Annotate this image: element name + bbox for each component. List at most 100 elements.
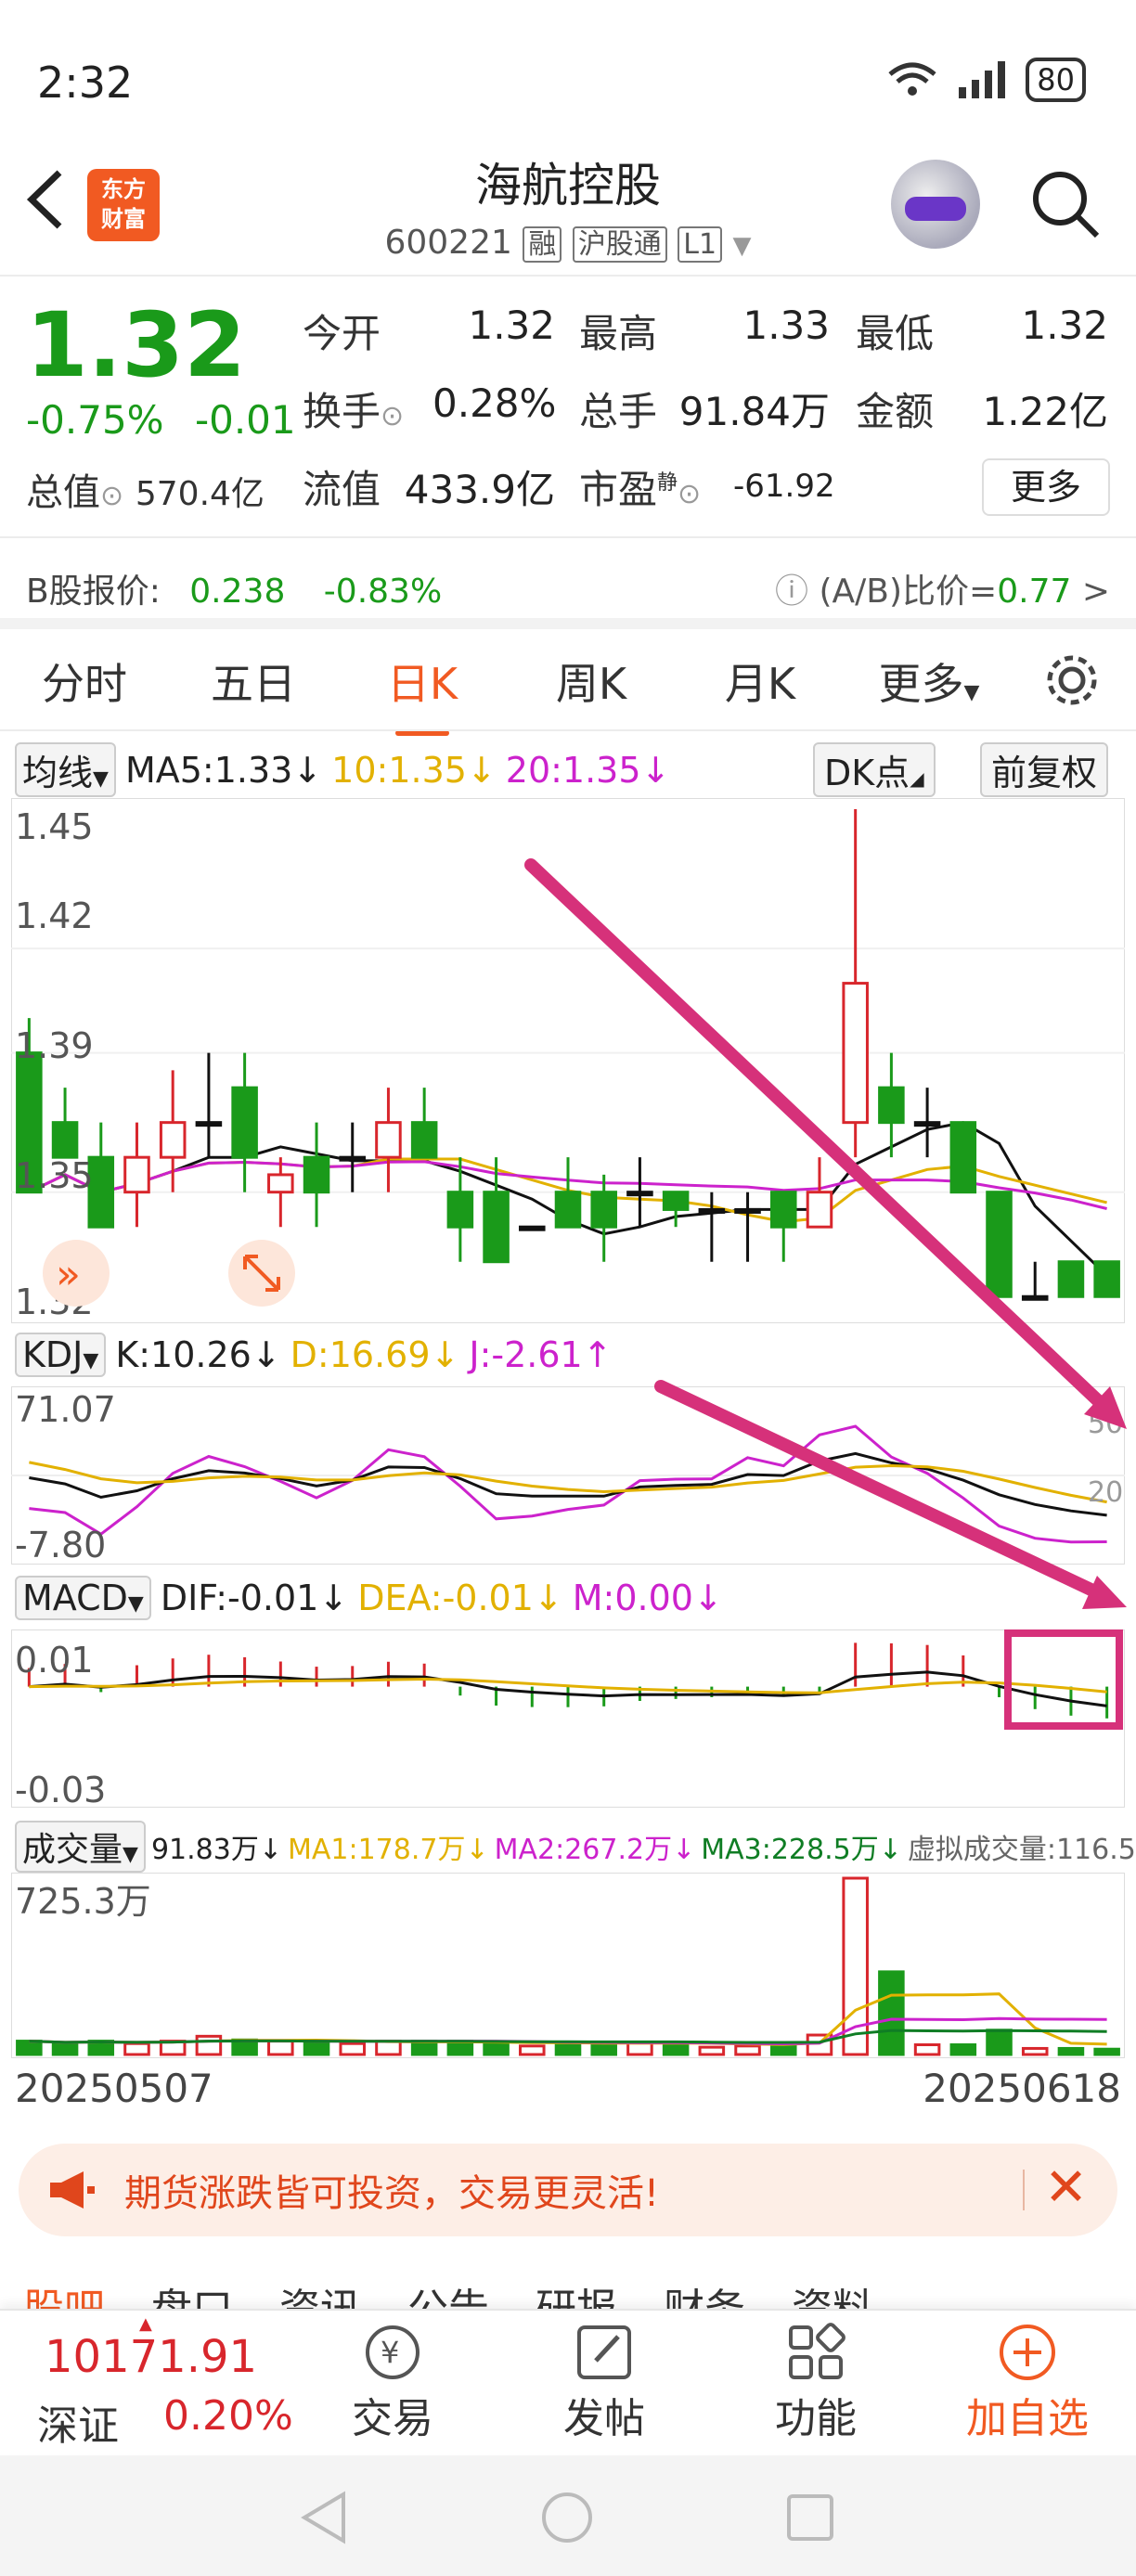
- amount-value: 1.22亿: [982, 389, 1108, 434]
- caret-down-icon: ▼: [93, 767, 109, 791]
- high-value: 1.33: [742, 303, 830, 348]
- tab-intraday[interactable]: 分时: [0, 650, 169, 712]
- volume-bar: [375, 2040, 402, 2056]
- nav-back-icon[interactable]: [299, 2491, 349, 2544]
- tab-finance[interactable]: 财务: [640, 2275, 768, 2312]
- k-axis-tick: 1.35: [15, 1155, 94, 1196]
- trade-button[interactable]: ¥ 交易: [323, 2320, 462, 2444]
- volume-chart[interactable]: 725.3万: [11, 1873, 1125, 2058]
- amount-label: 金额: [856, 389, 935, 434]
- index-change-pct: 0.20%: [163, 2392, 293, 2440]
- ma5-value: MA5:1.33↓: [124, 749, 323, 791]
- functions-button[interactable]: 功能: [746, 2320, 885, 2444]
- ab-ratio[interactable]: ⓘ (A/B)比价=0.77 >: [775, 564, 1110, 612]
- chart-settings-button[interactable]: [1041, 650, 1103, 711]
- candle-body: [1057, 1260, 1085, 1298]
- high-label: 最高: [579, 311, 658, 356]
- kdj-selector[interactable]: KDJ▼: [15, 1333, 107, 1377]
- post-button[interactable]: 发帖: [535, 2320, 674, 2444]
- volume-bar: [1093, 2047, 1120, 2056]
- nav-recents-icon[interactable]: [785, 2492, 835, 2543]
- kdj-chart[interactable]: 71.07 -7.80 50 20: [11, 1386, 1125, 1565]
- volume-bar: [1057, 2046, 1085, 2056]
- volume-selector[interactable]: 成交量▼: [15, 1821, 146, 1873]
- volume-bar: [913, 2043, 941, 2056]
- adjust-button[interactable]: 前复权: [980, 742, 1109, 797]
- tag-margin: 融: [523, 226, 562, 263]
- candle-body: [554, 1191, 582, 1229]
- stock-code: 600221: [384, 224, 512, 262]
- more-quote-button[interactable]: 更多: [982, 458, 1110, 516]
- tag-level: L1: [678, 226, 723, 263]
- edit-icon: [577, 2325, 631, 2379]
- volume-bar: [698, 2045, 726, 2056]
- promo-banner[interactable]: 期货涨跌皆可投资，交易更灵活! ✕: [19, 2144, 1117, 2236]
- volume-value: 91.83万↓: [150, 1834, 282, 1866]
- double-chevron-icon: »: [56, 1251, 81, 1298]
- caret-down-icon: ▼: [123, 1843, 138, 1866]
- macd-chart[interactable]: 0.01 -0.03: [11, 1629, 1125, 1808]
- turnover-value: 0.28%: [432, 380, 557, 426]
- macd-m: M:0.00↓: [572, 1578, 723, 1618]
- candle-body: [949, 1121, 977, 1194]
- tab-pankou[interactable]: 盘口: [128, 2275, 256, 2312]
- divider: [0, 275, 1136, 277]
- info-icon: ⊙: [381, 400, 405, 432]
- low-value: 1.32: [1021, 303, 1108, 348]
- volume-indicator-row: 成交量▼ 91.83万↓ MA1:178.7万↓ MA2:267.2万↓ MA3…: [15, 1821, 1136, 1873]
- tab-more[interactable]: 更多▼: [845, 650, 1013, 712]
- collapse-panel-button[interactable]: »: [43, 1240, 110, 1307]
- candle-body: [375, 1121, 402, 1159]
- section-gap: [0, 618, 1136, 629]
- candle-body: [231, 1086, 258, 1159]
- tab-news[interactable]: 资讯: [256, 2275, 384, 2312]
- candle-body: [267, 1173, 294, 1194]
- tab-monthly-k[interactable]: 月K: [676, 650, 845, 712]
- candle-body: [519, 1225, 546, 1231]
- caret-down-icon: ▼: [127, 1592, 144, 1616]
- low-label: 最低: [856, 311, 935, 356]
- nav-home-icon[interactable]: [540, 2491, 594, 2544]
- search-button[interactable]: [1028, 167, 1103, 241]
- ma20-value: 20:1.35↓: [505, 749, 671, 791]
- open-value: 1.32: [468, 303, 555, 348]
- macd-selector[interactable]: MACD▼: [15, 1576, 151, 1620]
- tag-connect: 沪股通: [572, 226, 667, 263]
- divider: [1023, 2170, 1025, 2210]
- add-watchlist-button[interactable]: 加自选: [958, 2320, 1097, 2444]
- candle-body: [410, 1121, 438, 1159]
- fullscreen-button[interactable]: [228, 1240, 295, 1307]
- dk-point-button[interactable]: DK点◢: [813, 742, 936, 797]
- tab-research[interactable]: 研报: [512, 2275, 640, 2312]
- ma-indicator-row: 均线▼ MA5:1.33↓ 10:1.35↓ 20:1.35↓: [15, 742, 670, 797]
- close-icon[interactable]: ✕: [1044, 2160, 1088, 2216]
- b-share-quote: B股报价: 0.238 -0.83%: [26, 564, 442, 612]
- index-value[interactable]: 10171.91: [45, 2331, 257, 2383]
- ma-selector[interactable]: 均线▼: [15, 742, 116, 797]
- macd-indicator-row: MACD▼ DIF:-0.01↓ DEA:-0.01↓ M:0.00↓: [15, 1576, 723, 1620]
- b-share-label: B股报价:: [26, 573, 161, 611]
- tab-daily-k[interactable]: 日K: [338, 650, 507, 736]
- k-axis-tick: 1.45: [15, 806, 94, 847]
- ab-ratio-value: 0.77: [997, 573, 1072, 611]
- kdj-k: K:10.26↓: [115, 1334, 281, 1375]
- divider: [0, 729, 1136, 731]
- volume-bar: [195, 2034, 223, 2056]
- turnover-label[interactable]: 换手⊙: [303, 380, 404, 437]
- candlestick-chart[interactable]: 1.45 1.42 1.39 1.35 1.32 »: [11, 798, 1125, 1323]
- candle-body: [123, 1155, 150, 1194]
- kdj-right-tick: 50: [1088, 1408, 1123, 1440]
- system-nav-bar: [0, 2455, 1136, 2576]
- candle-body: [1021, 1294, 1049, 1301]
- volume-bar: [878, 1970, 905, 2056]
- candle-body: [986, 1191, 1013, 1298]
- tab-profile[interactable]: 资料: [768, 2275, 897, 2312]
- tab-guba[interactable]: 股吧: [0, 2275, 128, 2312]
- tab-announcements[interactable]: 公告: [384, 2275, 512, 2312]
- tab-five-day[interactable]: 五日: [169, 650, 338, 712]
- tab-weekly-k[interactable]: 周K: [507, 650, 676, 712]
- candle-body: [769, 1191, 797, 1229]
- total-market-value[interactable]: 总值⊙ 570.4亿: [26, 462, 265, 516]
- pe-label[interactable]: 市盈静⊙: [579, 458, 701, 515]
- info-icon: ⊙: [100, 480, 124, 512]
